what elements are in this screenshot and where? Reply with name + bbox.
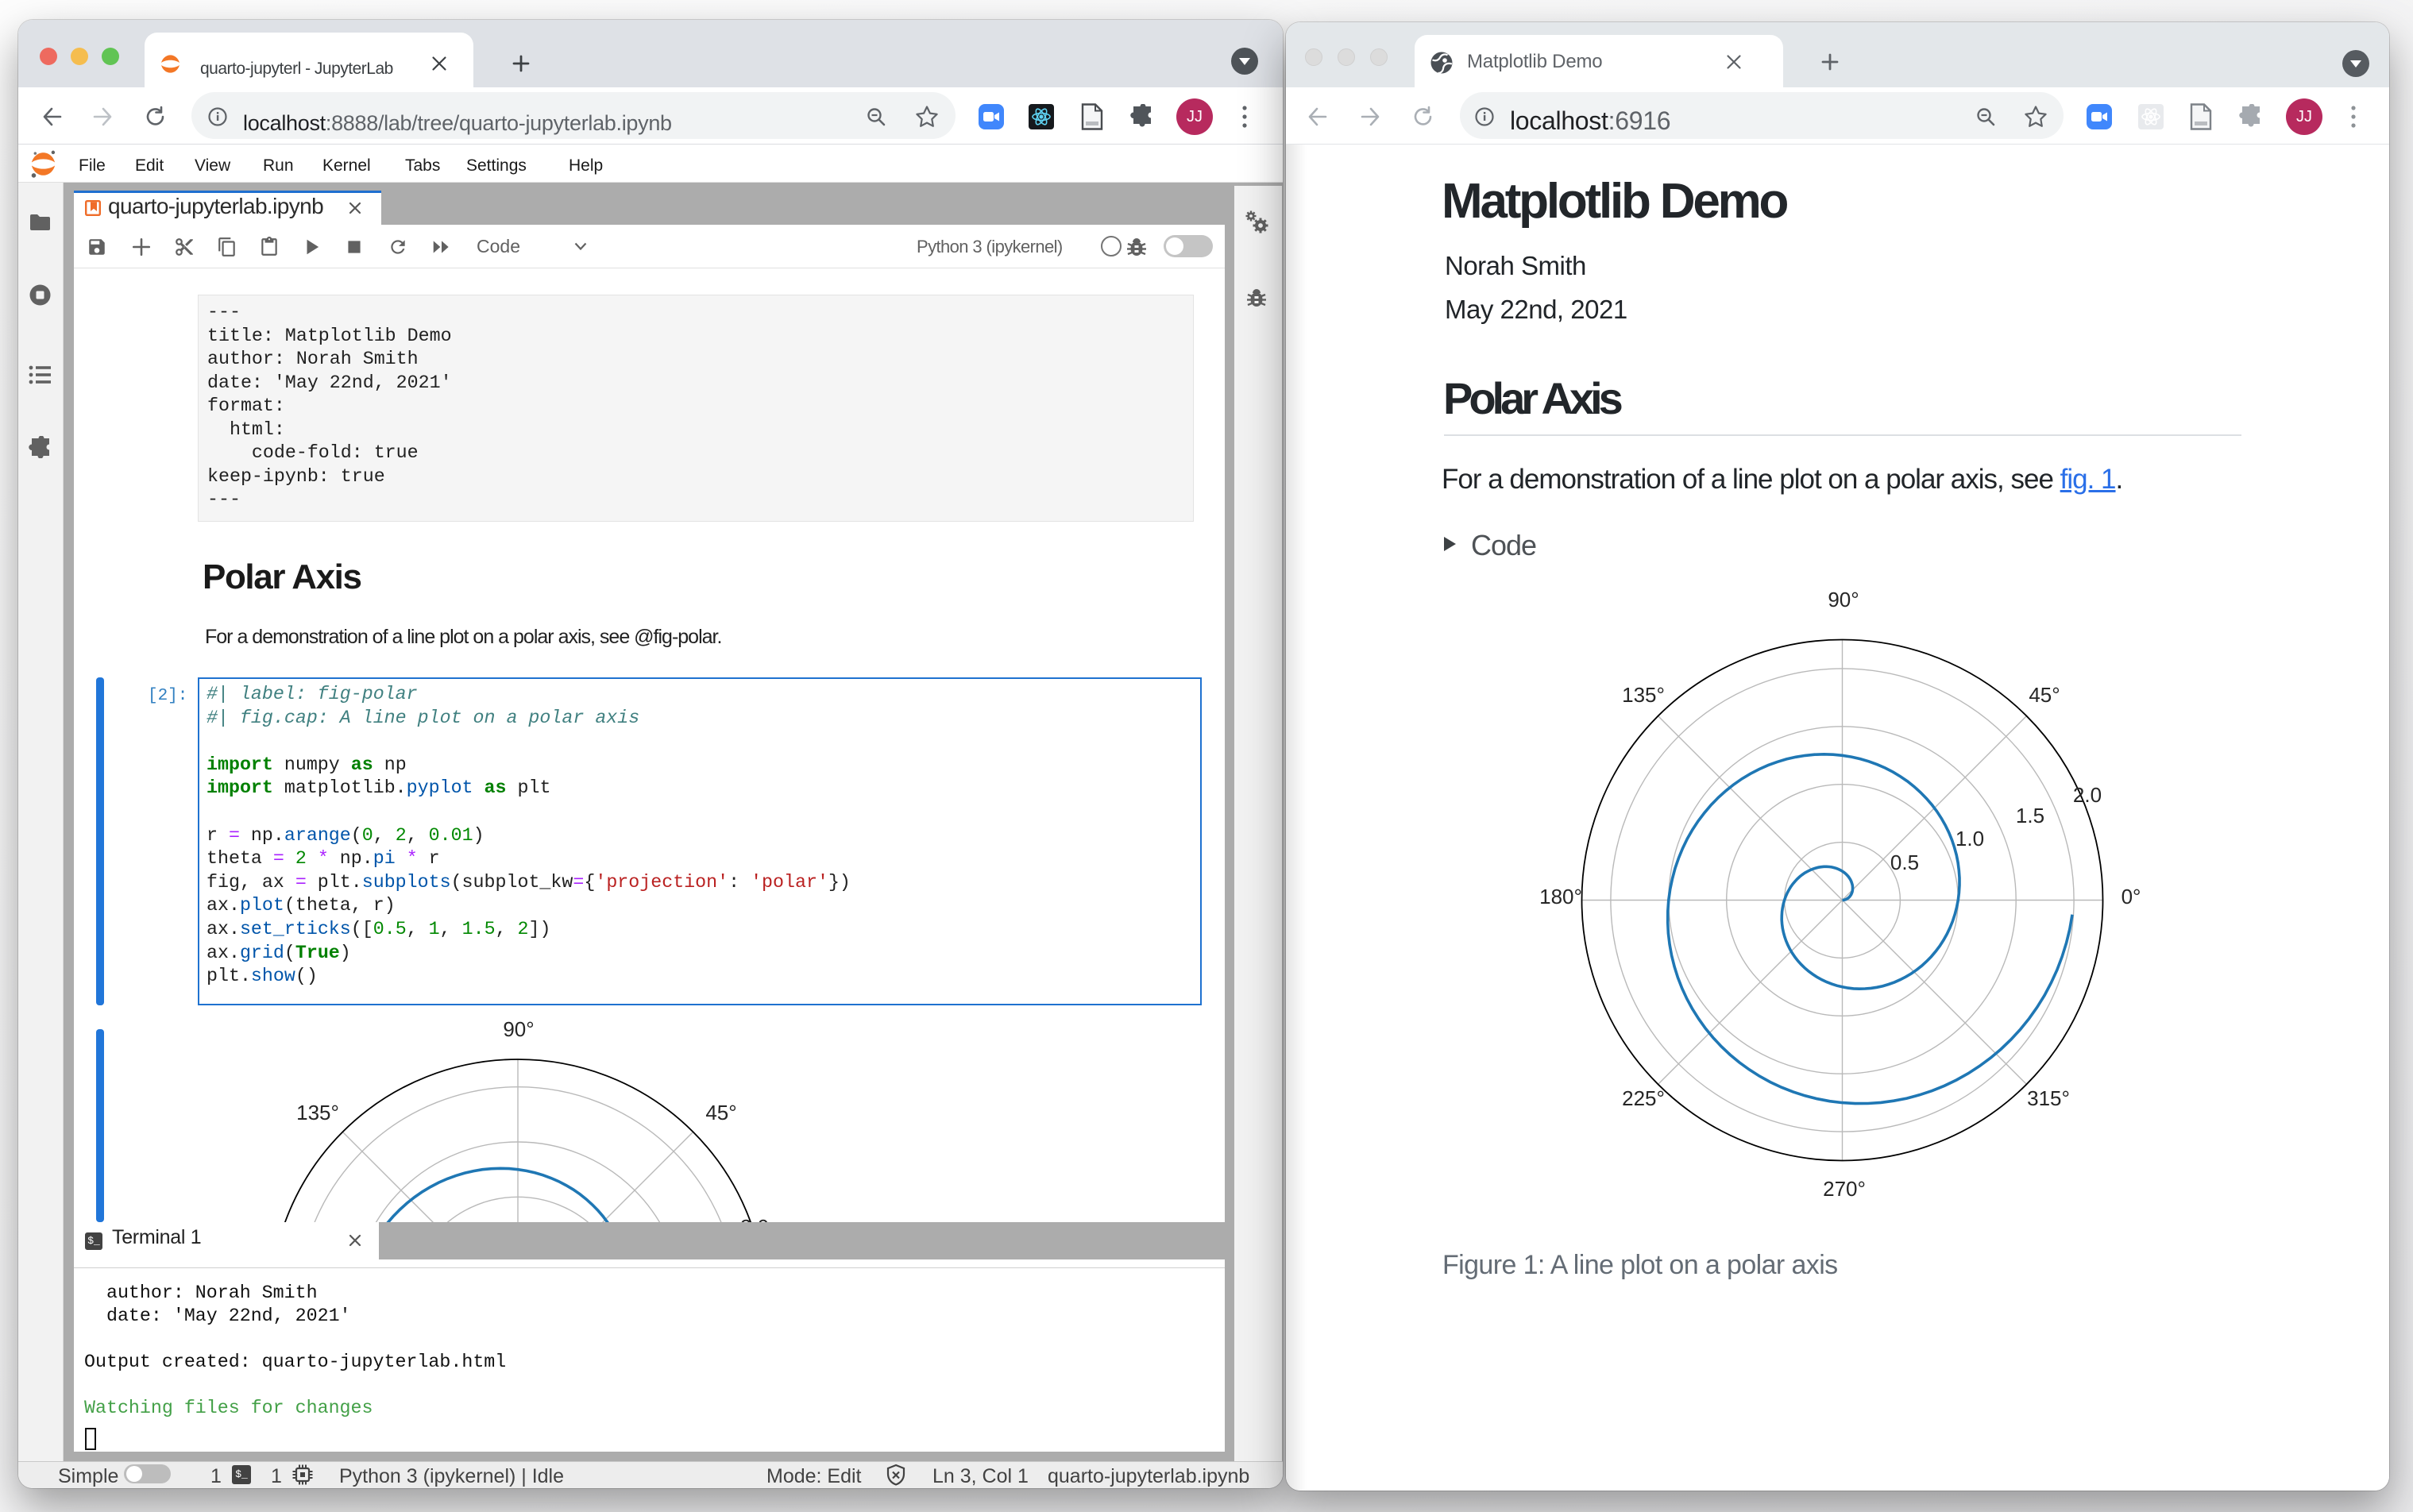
svg-text:45°: 45° (2029, 683, 2060, 707)
svg-text:2.0: 2.0 (2073, 783, 2102, 807)
svg-text:90°: 90° (503, 1017, 534, 1041)
svg-text:270°: 270° (1823, 1177, 1866, 1201)
svg-text:180°: 180° (1539, 885, 1582, 908)
svg-text:0.5: 0.5 (1890, 850, 1919, 874)
svg-text:135°: 135° (296, 1101, 339, 1124)
svg-text:225°: 225° (1622, 1086, 1665, 1110)
svg-text:45°: 45° (705, 1101, 736, 1124)
svg-text:2.0: 2.0 (740, 1215, 769, 1222)
svg-text:315°: 315° (2027, 1086, 2070, 1110)
svg-text:90°: 90° (1828, 588, 1859, 611)
svg-text:1.5: 1.5 (2016, 804, 2044, 827)
svg-text:0°: 0° (2122, 885, 2141, 908)
svg-text:135°: 135° (1622, 683, 1665, 707)
svg-text:1.0: 1.0 (1955, 827, 1984, 850)
